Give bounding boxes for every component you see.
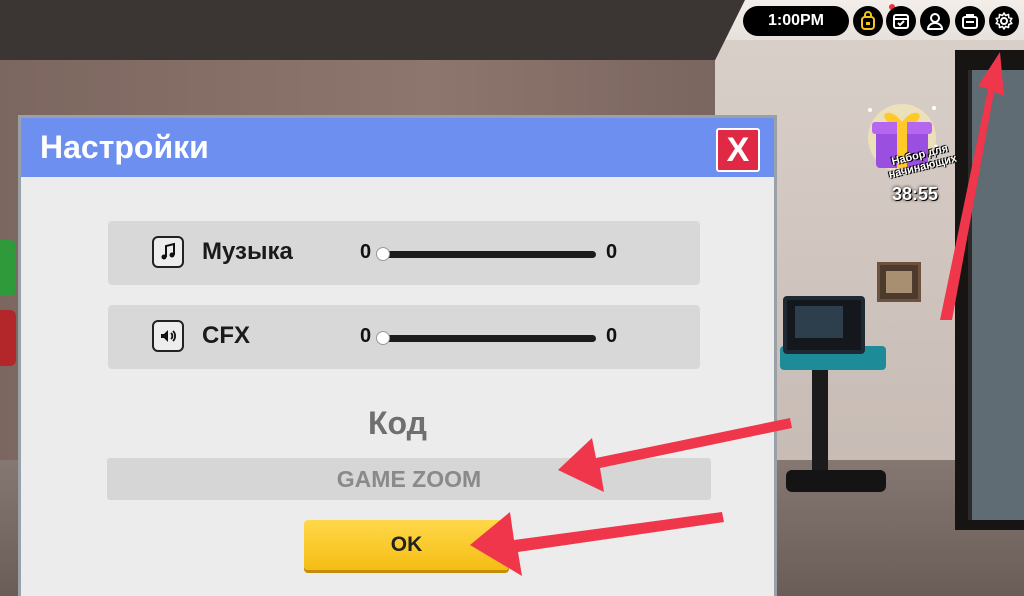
music-label: Музыка — [202, 238, 293, 265]
clock: 1:00PM — [743, 6, 849, 36]
inventory-button[interactable] — [955, 6, 985, 36]
side-tab-red[interactable] — [0, 310, 16, 366]
machine-stand — [812, 370, 828, 480]
dialog-title: Настройки — [40, 129, 209, 165]
ok-button[interactable]: OK — [304, 520, 509, 570]
profile-button[interactable] — [920, 6, 950, 36]
ceiling-beam — [0, 0, 745, 60]
dialog-header: Настройки X — [21, 118, 774, 177]
music-row: Музыка 0 0 — [108, 221, 700, 285]
calendar-button[interactable] — [886, 6, 916, 36]
music-max-value: 0 — [606, 241, 618, 263]
sfx-max-value: 0 — [606, 325, 618, 347]
sfx-slider-handle[interactable] — [376, 331, 390, 345]
close-button[interactable]: X — [716, 128, 760, 172]
backpack-button[interactable] — [853, 6, 883, 36]
machine-base — [786, 470, 886, 492]
briefcase-icon — [962, 14, 978, 29]
sfx-label: CFX — [202, 322, 250, 349]
door — [968, 70, 1024, 520]
calendar-icon — [893, 14, 909, 29]
music-slider[interactable] — [376, 247, 596, 261]
user-icon — [926, 13, 944, 30]
code-label: Код — [368, 405, 427, 441]
code-input[interactable] — [107, 458, 711, 500]
sfx-slider[interactable] — [376, 331, 596, 345]
wall-picture — [877, 262, 921, 302]
sfx-row: CFX 0 0 — [108, 305, 700, 369]
settings-button[interactable] — [989, 6, 1019, 36]
settings-dialog: Настройки X Музыка 0 0 CFX 0 0 Код GAME … — [18, 115, 777, 596]
backpack-icon — [861, 11, 875, 30]
machine-monitor — [783, 296, 865, 354]
music-min-value: 0 — [360, 241, 372, 263]
sfx-min-value: 0 — [360, 325, 372, 347]
gear-icon — [995, 12, 1013, 30]
music-note-icon — [152, 236, 184, 268]
starter-pack-timer: 38:55 — [892, 184, 939, 204]
music-slider-handle[interactable] — [376, 247, 390, 261]
speaker-icon — [152, 320, 184, 352]
side-tab-green[interactable] — [0, 240, 16, 296]
